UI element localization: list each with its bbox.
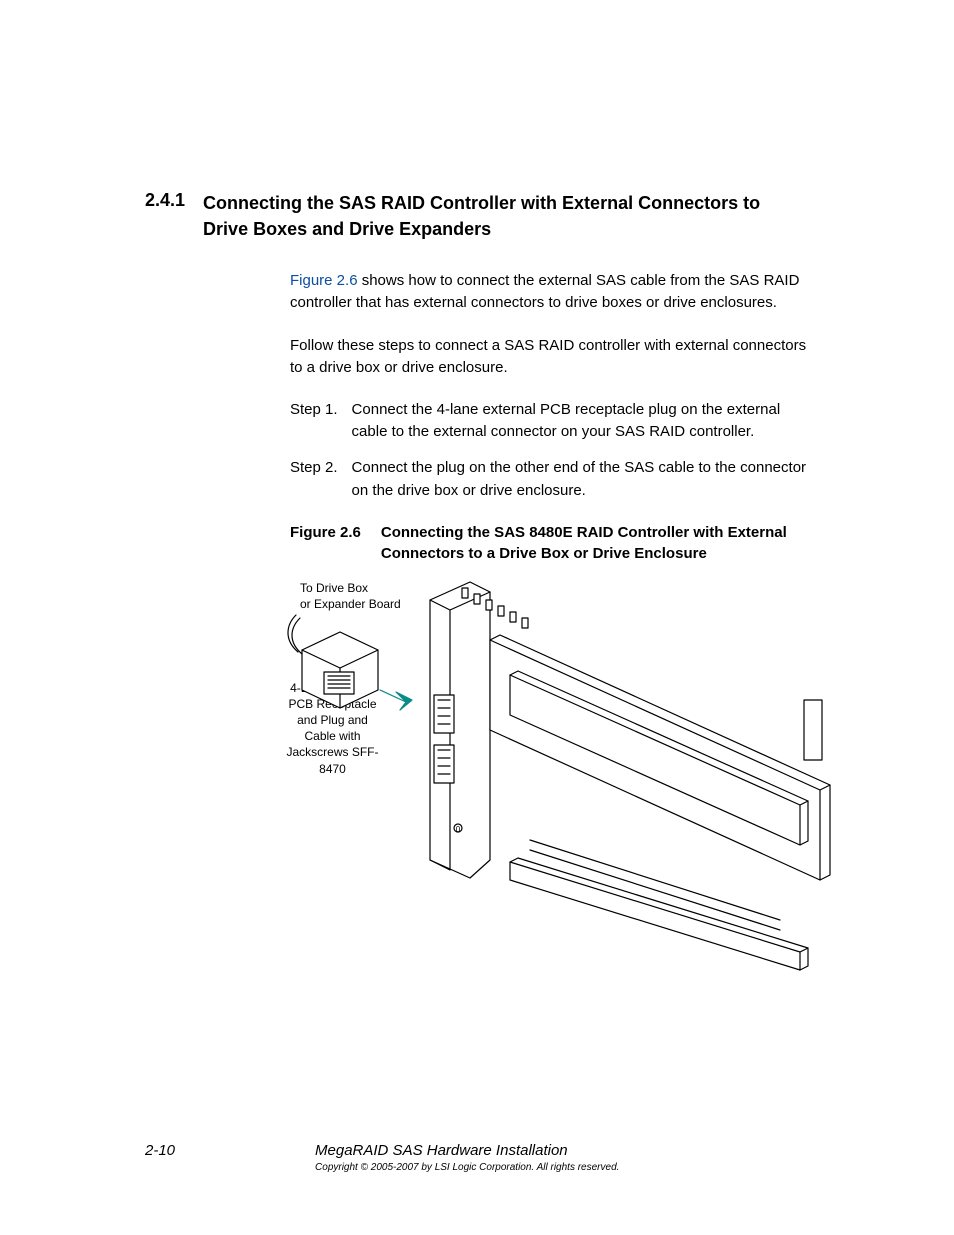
figure-reference-link[interactable]: Figure 2.6 [290, 272, 358, 289]
figure-label: Figure 2.6 [290, 522, 361, 564]
step-text: Connect the plug on the other end of the… [352, 457, 810, 501]
figure-diagram: To Drive Box or Expander Board 4-Lane Ex… [290, 580, 810, 1000]
page-footer: 2-10 MegaRAID SAS Hardware Installation … [145, 1142, 854, 1173]
section-number: 2.4.1 [145, 190, 185, 242]
step-item: Step 2. Connect the plug on the other en… [290, 457, 810, 501]
svg-text:0: 0 [456, 825, 461, 834]
body-content: Figure 2.6 shows how to connect the exte… [290, 270, 810, 1000]
step-list: Step 1. Connect the 4-lane external PCB … [290, 399, 810, 502]
follow-paragraph: Follow these steps to connect a SAS RAID… [290, 335, 810, 379]
footer-copyright: Copyright © 2005-2007 by LSI Logic Corpo… [315, 1162, 619, 1173]
figure-caption: Figure 2.6 Connecting the SAS 8480E RAID… [290, 522, 810, 564]
step-text: Connect the 4-lane external PCB receptac… [352, 399, 810, 443]
section-title: Connecting the SAS RAID Controller with … [203, 190, 793, 242]
step-item: Step 1. Connect the 4-lane external PCB … [290, 399, 810, 443]
intro-text: shows how to connect the external SAS ca… [290, 272, 799, 311]
figure-title: Connecting the SAS 8480E RAID Controller… [381, 522, 801, 564]
footer-page-number: 2-10 [145, 1142, 175, 1159]
step-label: Step 1. [290, 399, 338, 443]
section-heading: 2.4.1 Connecting the SAS RAID Controller… [145, 190, 854, 242]
footer-doc-title: MegaRAID SAS Hardware Installation [315, 1142, 619, 1159]
intro-paragraph: Figure 2.6 shows how to connect the exte… [290, 270, 810, 314]
controller-diagram-svg: 0 [280, 580, 840, 990]
footer-center: MegaRAID SAS Hardware Installation Copyr… [315, 1142, 619, 1173]
document-page: 2.4.1 Connecting the SAS RAID Controller… [0, 0, 954, 1235]
step-label: Step 2. [290, 457, 338, 501]
